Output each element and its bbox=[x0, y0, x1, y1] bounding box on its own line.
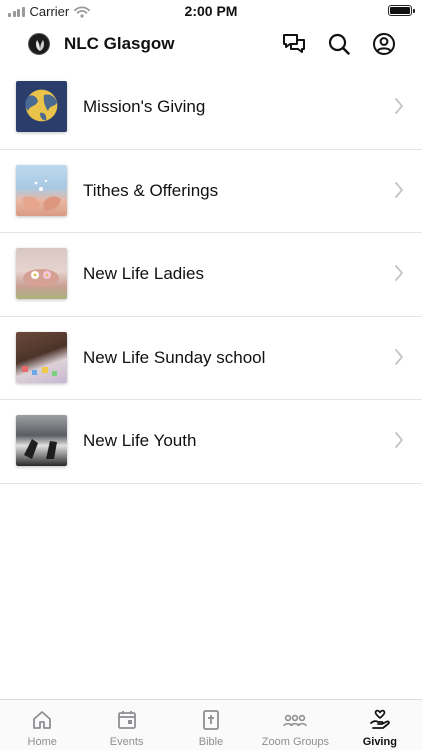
giving-hand-heart-icon bbox=[369, 709, 390, 729]
church-leaf-logo bbox=[28, 33, 50, 55]
calendar-icon bbox=[117, 711, 136, 729]
giving-list: Mission's Giving Tithes & Offerings New … bbox=[0, 66, 422, 484]
tab-label: Giving bbox=[362, 736, 397, 748]
bottom-tab-bar: Home Events Bible Zoom Groups Giving bbox=[0, 699, 422, 750]
giving-item-label: New Life Sunday school bbox=[83, 347, 266, 367]
tab-giving[interactable]: Giving bbox=[338, 700, 422, 750]
app-title: NLC Glasgow bbox=[64, 34, 175, 53]
battery-icon bbox=[388, 5, 415, 16]
tab-bible[interactable]: Bible bbox=[169, 700, 253, 750]
search-icon bbox=[328, 33, 350, 55]
giving-item-sunday-school[interactable]: New Life Sunday school bbox=[0, 317, 422, 401]
giving-item-missions[interactable]: Mission's Giving bbox=[0, 66, 422, 150]
giving-item-ladies[interactable]: New Life Ladies bbox=[0, 233, 422, 317]
tab-zoom-groups[interactable]: Zoom Groups bbox=[253, 700, 337, 750]
status-bar: Carrier 2:00 PM bbox=[0, 0, 422, 22]
giving-item-label: Mission's Giving bbox=[83, 97, 206, 116]
account-icon bbox=[373, 33, 395, 55]
chevron-right-icon bbox=[395, 181, 403, 198]
bible-icon bbox=[203, 710, 219, 730]
open-hands-thumbnail bbox=[16, 164, 67, 216]
tab-label: Home bbox=[27, 736, 57, 748]
giving-item-tithes[interactable]: Tithes & Offerings bbox=[0, 150, 422, 234]
tab-label: Zoom Groups bbox=[261, 736, 330, 748]
status-time: 2:00 PM bbox=[184, 3, 238, 19]
chevron-right-icon bbox=[395, 348, 403, 365]
home-icon bbox=[33, 711, 52, 729]
tab-events[interactable]: Events bbox=[84, 700, 168, 750]
chevron-right-icon bbox=[395, 432, 403, 449]
giving-item-label: Tithes & Offerings bbox=[83, 180, 219, 200]
app-header: NLC Glasgow bbox=[0, 22, 422, 66]
chat-icon bbox=[283, 34, 305, 53]
giving-item-label: New Life Youth bbox=[83, 431, 197, 451]
account-button[interactable] bbox=[371, 31, 397, 57]
chat-button[interactable] bbox=[281, 31, 307, 57]
world-map-thumbnail bbox=[16, 81, 67, 132]
search-button[interactable] bbox=[326, 31, 352, 57]
giving-item-label: New Life Ladies bbox=[83, 264, 204, 284]
tab-home[interactable]: Home bbox=[0, 700, 84, 750]
tab-label: Events bbox=[109, 736, 144, 748]
hands-flowers-thumbnail bbox=[16, 248, 67, 300]
chevron-right-icon bbox=[395, 265, 403, 282]
tab-label: Bible bbox=[198, 736, 224, 748]
chevron-right-icon bbox=[395, 98, 403, 114]
group-icon bbox=[283, 714, 308, 727]
sneakers-thumbnail bbox=[16, 415, 67, 467]
children-crafts-thumbnail bbox=[16, 331, 67, 383]
giving-item-youth[interactable]: New Life Youth bbox=[0, 400, 422, 484]
